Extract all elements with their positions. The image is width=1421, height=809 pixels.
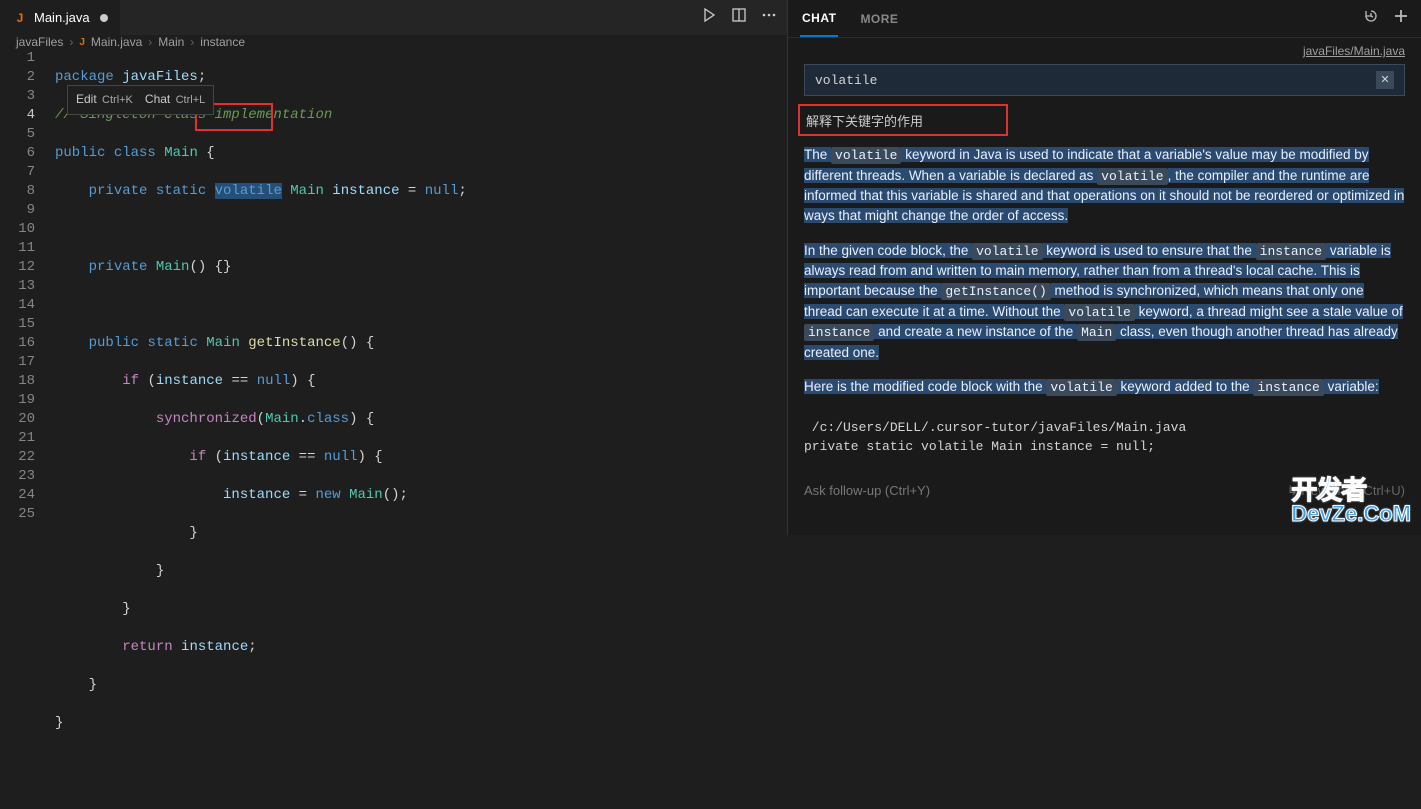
ln: 15 xyxy=(0,315,35,334)
ln: 9 xyxy=(0,201,35,220)
ln: 1 xyxy=(0,49,35,68)
crumb-main[interactable]: Main xyxy=(158,35,184,49)
ln: 23 xyxy=(0,467,35,486)
more-icon[interactable] xyxy=(761,7,777,28)
ln: 7 xyxy=(0,163,35,182)
response-code-block: /c:/Users/DELL/.cursor-tutor/javaFiles/M… xyxy=(804,412,1405,463)
tab-chat[interactable]: CHAT xyxy=(800,1,838,37)
ln: 6 xyxy=(0,144,35,163)
inline-action-tooltip: Edit Ctrl+K Chat Ctrl+L xyxy=(67,85,214,115)
tab-more[interactable]: MORE xyxy=(858,2,900,36)
history-icon[interactable] xyxy=(1363,8,1379,29)
ln: 2 xyxy=(0,68,35,87)
tab-bar: J Main.java xyxy=(0,0,787,35)
crumb-javafiles[interactable]: javaFiles xyxy=(16,35,63,49)
tab-actions xyxy=(701,7,777,28)
chip-text: volatile xyxy=(815,73,877,88)
selection-volatile: volatile xyxy=(215,183,282,199)
split-icon[interactable] xyxy=(731,7,747,28)
ln: 21 xyxy=(0,429,35,448)
run-icon[interactable] xyxy=(701,7,717,28)
context-file-link[interactable]: javaFiles/Main.java xyxy=(788,38,1421,60)
ln: 18 xyxy=(0,372,35,391)
ln: 17 xyxy=(0,353,35,372)
ln: 22 xyxy=(0,448,35,467)
crumb-instance[interactable]: instance xyxy=(200,35,245,49)
crumb-mainjava[interactable]: Main.java xyxy=(91,35,142,49)
ln: 11 xyxy=(0,239,35,258)
ln: 25 xyxy=(0,505,35,524)
ln: 19 xyxy=(0,391,35,410)
code-content[interactable]: package javaFiles; // Singleton class im… xyxy=(55,49,787,809)
chevron-right-icon: › xyxy=(148,35,152,49)
ln: 13 xyxy=(0,277,35,296)
line-gutter: 1 2 3 4 5 6 7 8 9 10 11 12 13 14 15 16 1… xyxy=(0,49,55,809)
dirty-indicator-icon xyxy=(100,14,108,22)
breadcrumb[interactable]: javaFiles › J Main.java › Main › instanc… xyxy=(0,35,787,49)
chat-action[interactable]: Chat Ctrl+L xyxy=(145,90,205,110)
watermark: 开发者 DevZe.CoM xyxy=(1291,477,1411,525)
annotation-highlight-question xyxy=(798,104,1008,136)
edit-action[interactable]: Edit Ctrl+K xyxy=(76,90,133,110)
editor-pane: J Main.java javaFiles › J Main.java › Ma… xyxy=(0,0,788,535)
chevron-right-icon: › xyxy=(69,35,73,49)
chat-tabs: CHAT MORE xyxy=(788,0,1421,38)
plus-icon[interactable] xyxy=(1393,8,1409,29)
close-icon[interactable]: ✕ xyxy=(1376,71,1394,89)
file-tab-main[interactable]: J Main.java xyxy=(0,0,120,35)
ln: 16 xyxy=(0,334,35,353)
user-question: 解释下关键字的作用 xyxy=(800,106,1409,135)
ln: 20 xyxy=(0,410,35,429)
java-icon: J xyxy=(79,37,85,48)
chat-response: The volatile keyword in Java is used to … xyxy=(788,145,1421,463)
followup-input[interactable]: Ask follow-up (Ctrl+Y) xyxy=(804,483,930,498)
ln: 5 xyxy=(0,125,35,144)
ln: 10 xyxy=(0,220,35,239)
ln: 12 xyxy=(0,258,35,277)
tab-filename: Main.java xyxy=(34,10,90,25)
ln: 3 xyxy=(0,87,35,106)
ln: 8 xyxy=(0,182,35,201)
ln: 24 xyxy=(0,486,35,505)
ln: 14 xyxy=(0,296,35,315)
java-icon: J xyxy=(12,10,28,26)
chevron-right-icon: › xyxy=(190,35,194,49)
ln: 4 xyxy=(0,106,35,125)
code-area[interactable]: 1 2 3 4 5 6 7 8 9 10 11 12 13 14 15 16 1… xyxy=(0,49,787,809)
chat-pane: CHAT MORE javaFiles/Main.java volatile ✕… xyxy=(788,0,1421,535)
context-code-chip: volatile ✕ xyxy=(804,64,1405,96)
